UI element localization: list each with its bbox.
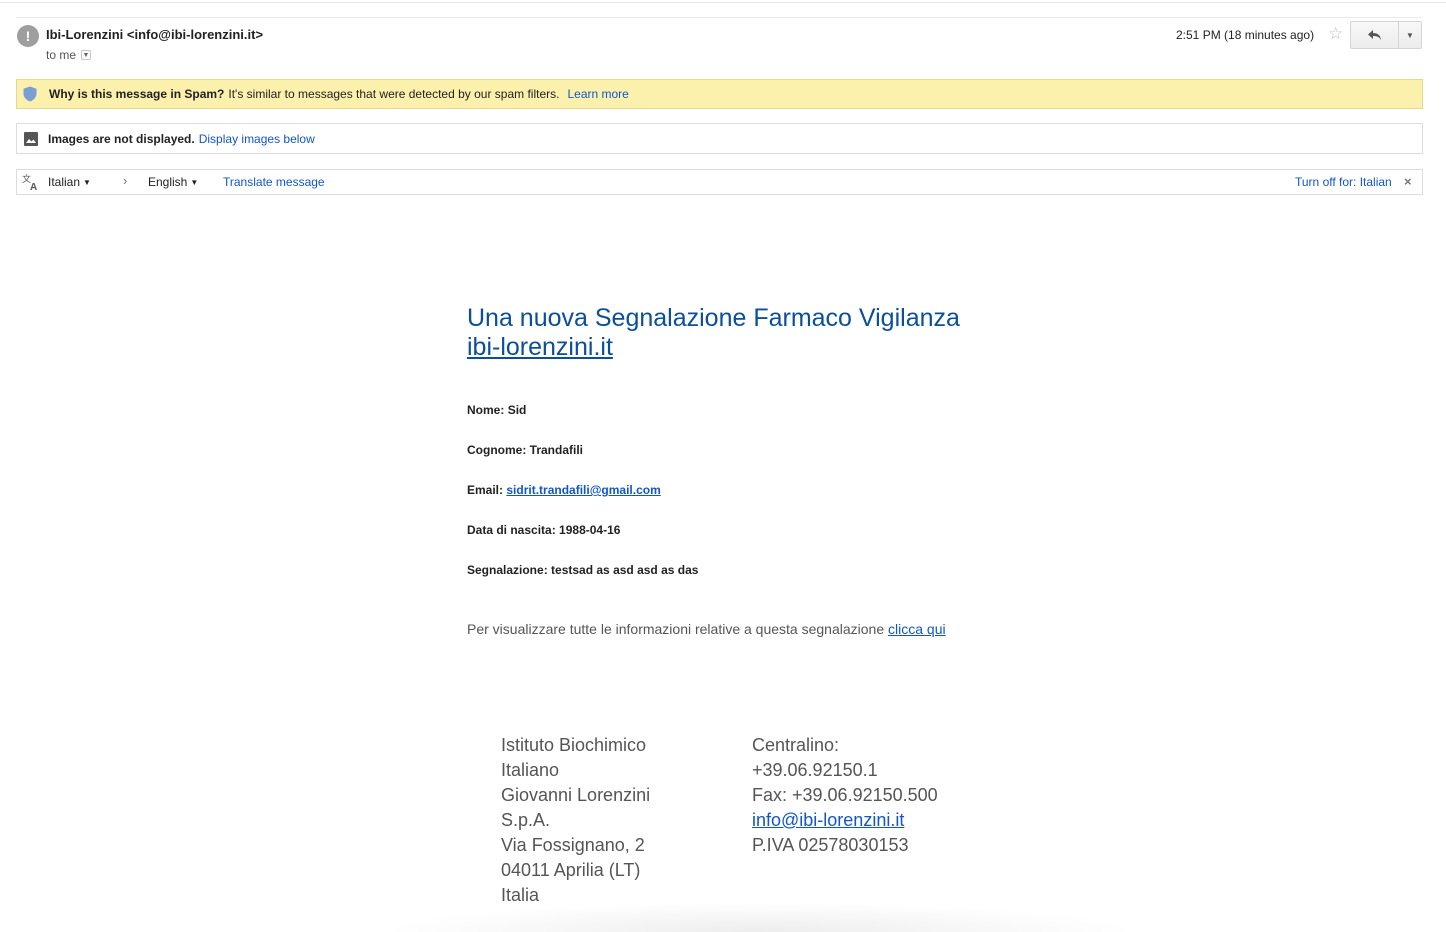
message-time: 2:51 PM (18 minutes ago) xyxy=(1176,28,1315,42)
bottom-shadow xyxy=(380,902,1140,932)
details-note-text: Per visualizzare tutte le informazioni r… xyxy=(467,621,885,637)
field-segnalazione: Segnalazione: testsad as asd asd as das xyxy=(467,563,698,577)
header-divider xyxy=(16,17,1422,18)
footer-line: 04011 Aprilia (LT) xyxy=(501,860,641,880)
sender-name[interactable]: Ibi-Lorenzini <info@ibi-lorenzini.it> xyxy=(46,27,263,42)
recipient-label: to me xyxy=(46,48,77,62)
clicca-qui-link[interactable]: clicca qui xyxy=(888,621,946,637)
spam-banner: Why is this message in Spam? It's simila… xyxy=(16,79,1423,109)
recipient-line: to me ▼ xyxy=(46,48,92,62)
reply-icon xyxy=(1368,30,1381,40)
field-value: Trandafili xyxy=(529,443,584,457)
footer-line: Fax: +39.06.92150.500 xyxy=(752,785,938,805)
field-value: Sid xyxy=(507,403,527,417)
email-title: Una nuova Segnalazione Farmaco Vigilanza… xyxy=(467,304,960,362)
field-label: Cognome: xyxy=(467,443,527,457)
details-note: Per visualizzare tutte le informazioni r… xyxy=(467,621,946,637)
svg-text:A: A xyxy=(30,182,37,191)
chevron-down-icon: ▼ xyxy=(83,178,91,187)
footer-line: Giovanni Lorenzini xyxy=(501,785,651,805)
shield-icon xyxy=(23,86,39,102)
translate-bar: 文 A Italian ▼ › English ▼ Translate messag… xyxy=(16,169,1423,195)
images-banner-title: Images are not displayed. xyxy=(48,131,195,146)
top-border xyxy=(0,2,1446,3)
reply-button[interactable] xyxy=(1350,21,1399,49)
source-language-select[interactable]: Italian ▼ xyxy=(48,175,91,189)
field-label: Segnalazione: xyxy=(467,563,548,577)
footer-address: Istituto Biochimico Italiano Giovanni Lo… xyxy=(501,733,650,908)
footer-line: +39.06.92150.1 xyxy=(752,760,878,780)
star-icon[interactable]: ☆ xyxy=(1328,24,1343,44)
field-data-di-nascita: Data di nascita: 1988-04-16 xyxy=(467,523,620,537)
translate-message-link[interactable]: Translate message xyxy=(223,175,325,189)
target-language-label: English xyxy=(148,175,188,189)
translate-icon: 文 A xyxy=(22,173,40,193)
field-label: Nome: xyxy=(467,403,505,417)
email-address-link[interactable]: sidrit.trandafili@gmail.com xyxy=(506,483,660,497)
footer-contacts: Centralino: +39.06.92150.1 Fax: +39.06.9… xyxy=(752,733,938,858)
footer-line: Via Fossignano, 2 xyxy=(501,835,645,855)
learn-more-link[interactable]: Learn more xyxy=(567,87,628,101)
more-options-button[interactable]: ▼ xyxy=(1398,21,1422,49)
spam-warning-icon: ! xyxy=(17,25,39,47)
field-value: testsad as asd asd as das xyxy=(551,563,699,577)
field-label: Email: xyxy=(467,483,504,497)
target-language-select[interactable]: English ▼ xyxy=(148,175,198,189)
field-email: Email: sidrit.trandafili@gmail.com xyxy=(467,483,661,497)
field-value: 1988-04-16 xyxy=(559,523,621,537)
spam-banner-title: Why is this message in Spam? xyxy=(49,87,225,101)
spam-banner-text: It's similar to messages that were detec… xyxy=(228,87,560,101)
footer-email-link[interactable]: info@ibi-lorenzini.it xyxy=(752,810,904,830)
footer-line: S.p.A. xyxy=(501,810,551,830)
image-icon xyxy=(24,131,38,146)
footer-line: Centralino: xyxy=(752,735,840,755)
footer-line: Italiano xyxy=(501,760,560,780)
display-images-link[interactable]: Display images below xyxy=(199,132,315,146)
chevron-right-icon: › xyxy=(123,173,128,188)
field-cognome: Cognome: Trandafili xyxy=(467,443,583,457)
images-banner: Images are not displayed. Display images… xyxy=(16,123,1423,154)
turn-off-translation-link[interactable]: Turn off for: Italian xyxy=(1295,175,1392,189)
footer-line: Istituto Biochimico xyxy=(501,735,647,755)
chevron-down-icon: ▼ xyxy=(190,178,199,187)
footer-line: P.IVA 02578030153 xyxy=(752,835,909,855)
email-title-link[interactable]: ibi-lorenzini.it xyxy=(467,333,613,361)
field-nome: Nome: Sid xyxy=(467,403,526,417)
source-language-label: Italian xyxy=(48,175,81,189)
close-icon[interactable]: × xyxy=(1404,174,1412,189)
field-label: Data di nascita: xyxy=(467,523,556,537)
dropdown-arrow-icon: ▼ xyxy=(1406,30,1414,40)
email-title-text: Una nuova Segnalazione Farmaco Vigilanza xyxy=(467,304,960,332)
recipient-details-toggle[interactable]: ▼ xyxy=(81,50,92,60)
